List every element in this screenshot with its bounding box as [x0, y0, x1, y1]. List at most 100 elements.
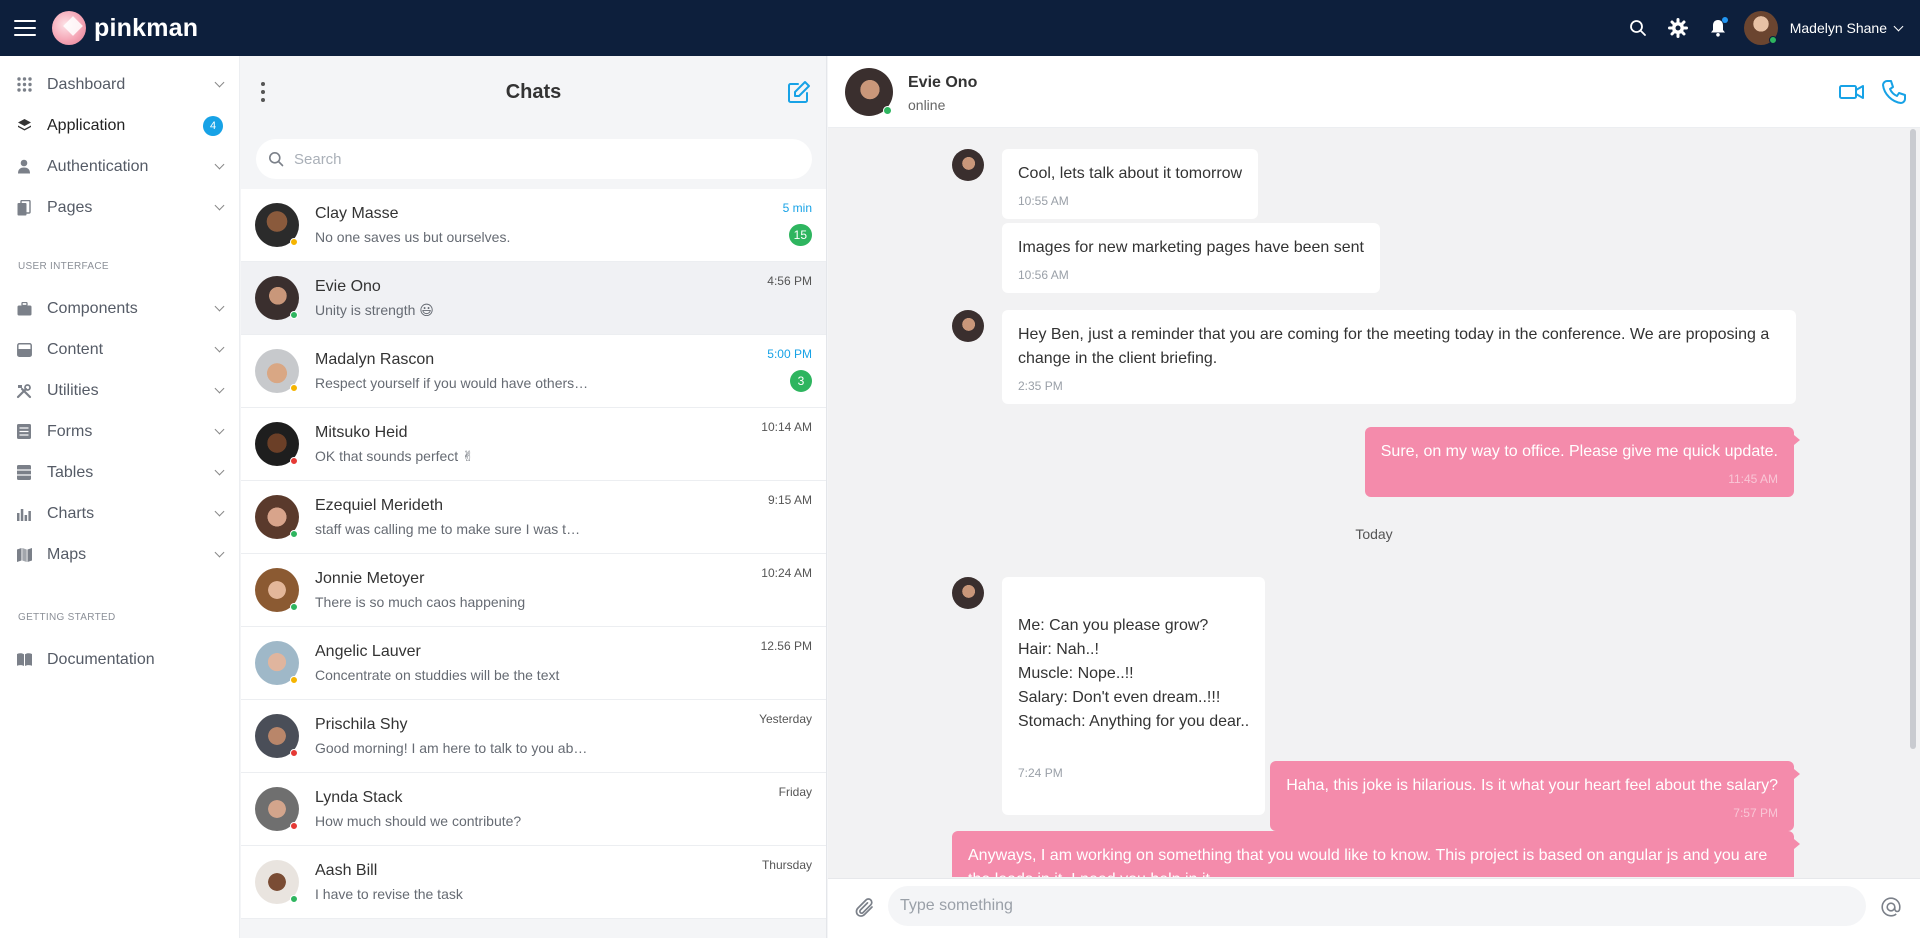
last-message: OK that sounds perfect ✌: [315, 447, 474, 464]
last-message: Good morning! I am here to talk to you a…: [315, 740, 588, 756]
sidebar-item-label: Maps: [47, 545, 87, 563]
unread-count-badge: 3: [790, 370, 812, 392]
sidebar-item-utilities[interactable]: Utilities: [0, 370, 239, 411]
message-time: 5:00 PM: [767, 347, 812, 361]
conversation-item[interactable]: Aash Bill I have to revise the task Thurs…: [241, 846, 826, 919]
sidebar-item-maps[interactable]: Maps: [0, 534, 239, 575]
sidebar-item-label: Charts: [47, 504, 95, 522]
incoming-message: Images for new marketing pages have been…: [1002, 223, 1380, 293]
sidebar-item-label: Tables: [47, 463, 94, 481]
last-message: I have to revise the task: [315, 886, 463, 902]
logo-icon: [52, 11, 86, 45]
message-time: 10:56 AM: [1018, 268, 1069, 282]
conversation-item[interactable]: Evie Ono Unity is strength 😃 4:56 PM: [241, 262, 826, 335]
chevron-down-icon: [214, 342, 225, 353]
paperclip-icon[interactable]: [854, 897, 876, 919]
search-icon[interactable]: [1618, 8, 1658, 48]
sidebar-item-components[interactable]: Components: [0, 288, 239, 329]
message-time: 10:24 AM: [761, 566, 812, 580]
chat-list-panel: Chats Clay Masse No one saves us but ours…: [241, 56, 827, 938]
busy-status-dot: [290, 749, 298, 757]
online-status-dot: [883, 106, 892, 115]
last-message: How much should we contribute?: [315, 813, 522, 829]
contact-name: Ezequiel Merideth: [315, 497, 444, 514]
message-composer: [828, 878, 1920, 938]
message-time: 2:35 PM: [1018, 379, 1063, 393]
last-message: Concentrate on studdies will be the text: [315, 667, 560, 683]
app-name: pinkman: [94, 13, 199, 42]
count-badge: 4: [203, 116, 223, 136]
sidebar-item-application[interactable]: Application 4: [0, 105, 239, 146]
phone-icon[interactable]: [1880, 78, 1908, 106]
contact-name: Lynda Stack: [315, 789, 403, 806]
sidebar-item-label: Content: [47, 340, 104, 358]
message-text: Cool, lets talk about it tomorrow: [1018, 165, 1243, 182]
sidebar-item-documentation[interactable]: Documentation: [0, 639, 239, 680]
contact-name: Evie Ono: [315, 277, 381, 295]
scrollbar[interactable]: [1910, 129, 1916, 749]
avatar: [255, 860, 299, 904]
message-time: 9:15 AM: [767, 493, 812, 507]
conversation-item[interactable]: Jonnie Metoyer There is so much caos happ…: [241, 554, 826, 627]
video-call-icon[interactable]: [1838, 78, 1866, 106]
avatar: [255, 203, 299, 247]
map-icon: [16, 547, 32, 563]
conversation-item[interactable]: Prischila Shy Good morning! I am here to …: [241, 700, 826, 773]
sidebar-item-label: Utilities: [47, 381, 99, 399]
outgoing-message: Haha, this joke is hilarious. Is it what…: [1270, 761, 1800, 831]
gear-icon[interactable]: [1658, 8, 1698, 48]
message-time: 4:56 PM: [767, 274, 812, 288]
avatar: [255, 787, 299, 831]
avatar: [255, 349, 299, 393]
conversation-item[interactable]: Ezequiel Merideth staff was calling me to…: [241, 481, 826, 554]
message-time: 12.56 PM: [760, 639, 812, 653]
sidebar-item-forms[interactable]: Forms: [0, 411, 239, 452]
search-input[interactable]: [294, 150, 774, 168]
contact-name: Mitsuko Heid: [315, 423, 408, 441]
contact-name: Angelic Lauver: [315, 643, 421, 660]
message-text: Me: Can you please grow? Hair: Nah..! Mu…: [1018, 617, 1250, 730]
conversation-item[interactable]: Clay Masse No one saves us but ourselves.…: [241, 189, 826, 262]
conversation-item[interactable]: Lynda Stack How much should we contribute…: [241, 773, 826, 846]
message-time: 10:55 AM: [1018, 194, 1069, 208]
user-avatar[interactable]: [1743, 11, 1778, 45]
table-icon: [16, 465, 32, 481]
list-icon: [16, 424, 32, 440]
sidebar-item-label: Dashboard: [47, 75, 126, 93]
sidebar-item-pages[interactable]: Pages: [0, 187, 239, 228]
menu-icon[interactable]: [14, 20, 36, 36]
search-box: [256, 139, 812, 179]
compose-icon[interactable]: [786, 79, 812, 105]
user-name[interactable]: Madelyn Shane: [1790, 20, 1887, 36]
bell-icon[interactable]: [1698, 8, 1738, 48]
conversation-item[interactable]: Angelic Lauver Concentrate on studdies wi…: [241, 627, 826, 700]
chevron-down-icon: [214, 159, 225, 170]
conversation-item[interactable]: Mitsuko Heid OK that sounds perfect ✌ 10:…: [241, 408, 826, 481]
more-vertical-icon[interactable]: [261, 82, 265, 102]
chevron-down-icon: [214, 424, 225, 435]
contact-name: Aash Bill: [315, 862, 378, 879]
message-time: 7:57 PM: [1733, 806, 1778, 820]
sidebar-item-authentication[interactable]: Authentication: [0, 146, 239, 187]
away-status-dot: [290, 384, 298, 392]
sidebar-section-title: USER INTERFACE: [18, 260, 109, 272]
contact-name: Evie Ono: [908, 74, 978, 91]
online-status-dot: [1768, 36, 1777, 44]
chevron-down-icon: [214, 506, 225, 517]
conversation-item[interactable]: Madalyn Rascon Respect yourself if you wo…: [241, 335, 826, 408]
contact-avatar[interactable]: [845, 68, 893, 116]
sidebar-item-dashboard[interactable]: Dashboard: [0, 64, 239, 105]
mention-icon[interactable]: [1880, 896, 1902, 918]
sidebar-item-charts[interactable]: Charts: [0, 493, 239, 534]
sidebar-item-content[interactable]: Content: [0, 329, 239, 370]
message-time: 11:45 AM: [1728, 472, 1778, 486]
tools-icon: [16, 383, 32, 399]
chevron-down-icon[interactable]: [1893, 21, 1904, 31]
sidebar-item-tables[interactable]: Tables: [0, 452, 239, 493]
message-input[interactable]: [888, 886, 1866, 926]
message-text: Images for new marketing pages have been…: [1018, 239, 1364, 256]
chevron-down-icon: [214, 77, 225, 88]
avatar: [952, 310, 984, 342]
last-message: Respect yourself if you would have other…: [315, 375, 589, 391]
sidebar-section-title: GETTING STARTED: [18, 611, 116, 623]
